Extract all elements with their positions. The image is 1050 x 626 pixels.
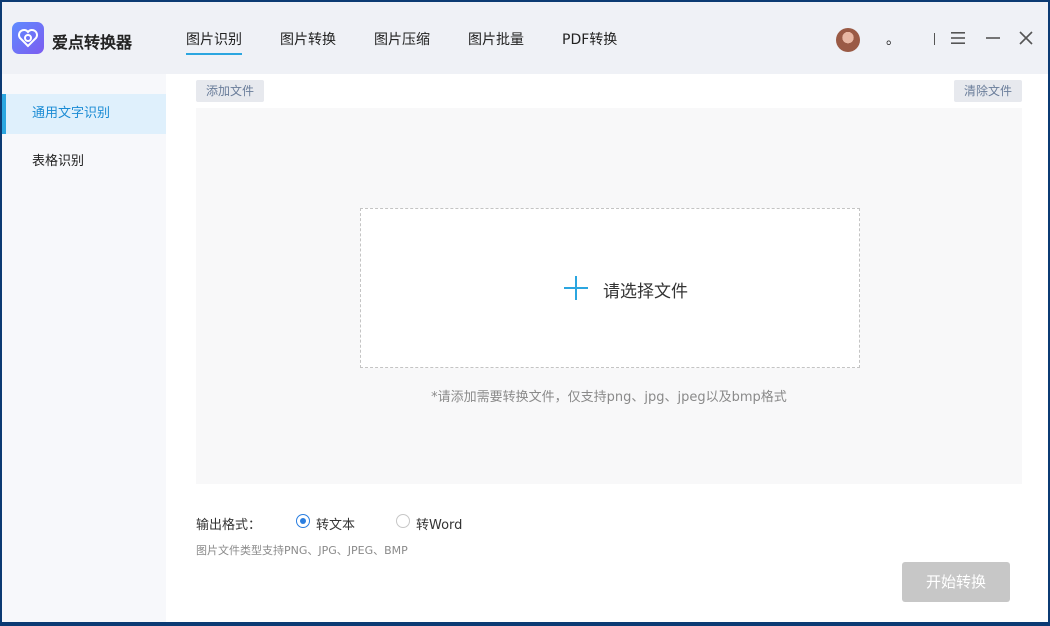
supported-types-text: 图片文件类型支持PNG、JPG、JPEG、BMP <box>196 544 408 557</box>
plus-icon <box>564 276 588 300</box>
minimize-icon[interactable] <box>983 28 1003 48</box>
add-file-button[interactable]: 添加文件 <box>196 80 265 102</box>
tab-image-batch[interactable]: 图片批量 <box>468 29 524 49</box>
radio-to-text-label[interactable]: 转文本 <box>316 514 355 533</box>
user-name-text: 。 <box>886 32 900 48</box>
format-hint: *请添加需要转换文件，仅支持png、jpg、jpeg以及bmp格式 <box>431 390 787 405</box>
menu-icon[interactable] <box>948 28 968 48</box>
file-drop-box[interactable]: 请选择文件 <box>360 208 860 368</box>
tab-image-convert[interactable]: 图片转换 <box>280 29 336 49</box>
radio-to-word[interactable] <box>396 514 410 528</box>
title-bar: 爱点转换器 图片识别 图片转换 图片压缩 图片批量 PDF转换 。 <box>2 2 1048 74</box>
app-window: 爱点转换器 图片识别 图片转换 图片压缩 图片批量 PDF转换 。 通用文字识别… <box>2 2 1048 622</box>
sidebar-item-table-ocr[interactable]: 表格识别 <box>2 142 166 182</box>
close-icon[interactable] <box>1016 28 1036 48</box>
radio-to-word-label[interactable]: 转Word <box>416 514 462 533</box>
clear-file-button[interactable]: 清除文件 <box>954 80 1023 102</box>
tab-image-compress[interactable]: 图片压缩 <box>374 29 430 49</box>
app-logo <box>12 22 44 54</box>
sidebar-item-general-ocr[interactable]: 通用文字识别 <box>2 94 166 134</box>
output-format-label: 输出格式： <box>196 518 262 533</box>
sidebar: 通用文字识别 表格识别 <box>2 74 166 622</box>
tab-pdf-convert[interactable]: PDF转换 <box>562 29 617 49</box>
tab-image-recognition[interactable]: 图片识别 <box>186 29 242 55</box>
divider <box>934 33 935 45</box>
radio-to-text[interactable] <box>296 514 310 528</box>
start-convert-button[interactable]: 开始转换 <box>902 562 1010 602</box>
avatar[interactable] <box>836 28 860 52</box>
app-title: 爱点转换器 <box>52 33 133 52</box>
select-file-label: 请选择文件 <box>603 282 688 302</box>
heart-logo-icon <box>18 29 38 48</box>
